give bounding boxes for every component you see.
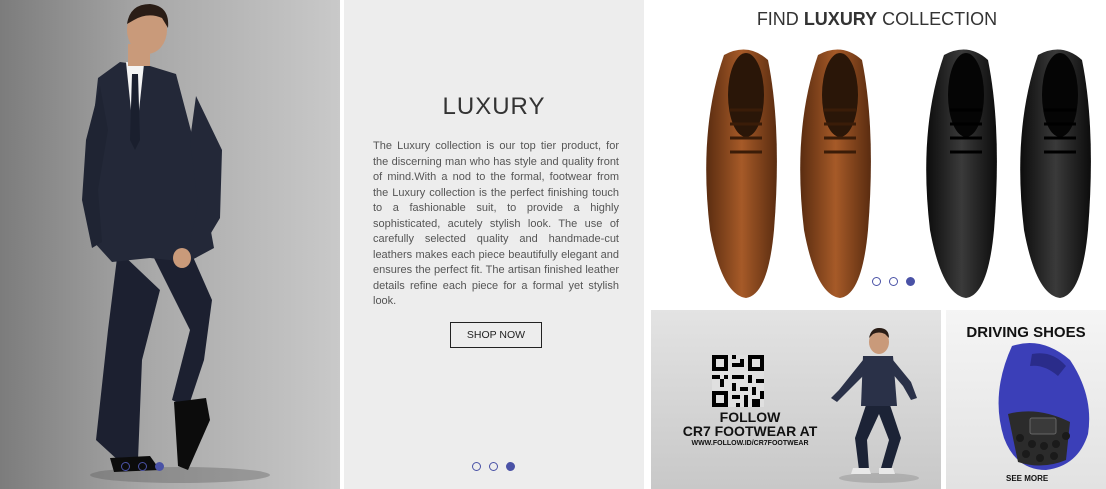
brown-shoe-right [800,49,871,298]
black-shoe-right [1020,49,1091,298]
oxford-shoes-image[interactable] [648,0,1106,306]
luxury-title: LUXURY [442,93,546,120]
carousel-dot-active[interactable] [155,462,164,471]
carousel-dot[interactable] [138,462,147,471]
black-shoe-left [926,49,997,298]
qr-code-icon [712,355,764,407]
carousel-dot-active[interactable] [506,462,515,471]
luxury-description: The Luxury collection is our top tier pr… [373,140,619,307]
follow-promo-panel[interactable]: FOLLOW CR7 FOOTWEAR AT WWW.FOLLOW.ID/CR7… [651,310,941,489]
driving-shoes-panel[interactable]: DRIVING SHOES SEE MORE [946,310,1106,489]
follow-caption: FOLLOW CR7 FOOTWEAR AT WWW.FOLLOW.ID/CR7… [675,410,825,447]
luxury-info-panel: LUXURY The Luxury collection is our top … [344,0,644,489]
model-in-suit-image [82,4,270,483]
dancing-model-image [831,328,919,483]
carousel-dot[interactable] [872,277,881,286]
driving-shoe-image [998,343,1090,470]
brown-shoe-left [706,49,777,298]
carousel-dot-active[interactable] [906,277,915,286]
carousel-dot[interactable] [489,462,498,471]
carousel-dot[interactable] [889,277,898,286]
follow-url: WWW.FOLLOW.ID/CR7FOOTWEAR [691,440,809,447]
follow-brand-line: CR7 FOOTWEAR AT [682,423,818,439]
luxury-collection-panel: FIND LUXURY COLLECTION [648,0,1106,306]
follow-line: FOLLOW [719,409,781,425]
shop-now-button[interactable]: SHOP NOW [450,322,542,348]
hero-panel [0,0,340,489]
luxury-carousel-dots [472,462,515,471]
collection-carousel-dots [872,277,915,286]
carousel-dot[interactable] [472,462,481,471]
hero-carousel-dots [121,462,164,471]
carousel-dot[interactable] [121,462,130,471]
see-more-link[interactable]: SEE MORE [1006,474,1048,483]
